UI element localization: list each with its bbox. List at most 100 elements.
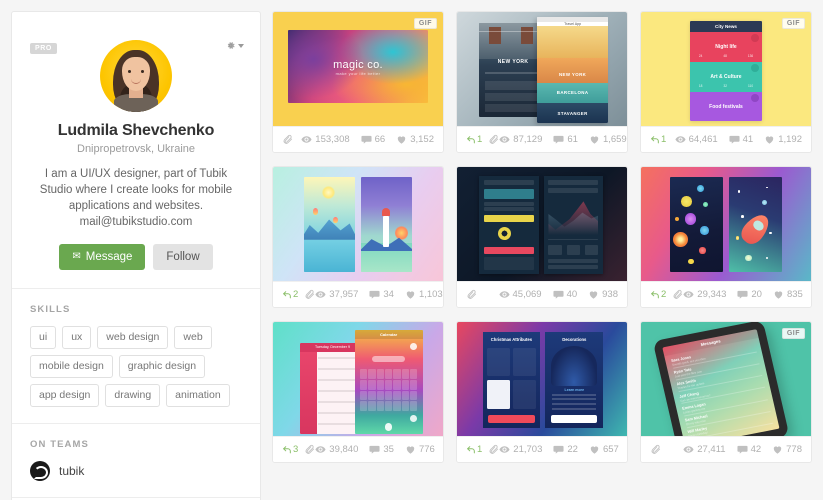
eye-icon <box>301 136 312 143</box>
eye-icon <box>498 291 510 298</box>
skill-tag[interactable]: mobile design <box>30 355 113 378</box>
shot-card[interactable]: Christmas Attributes Decorations Learn m… <box>456 321 628 463</box>
artwork-screen-calendar: Calendar <box>354 329 423 434</box>
comment-bubble-icon <box>553 445 564 454</box>
profile-actions: ✉ Message Follow <box>30 244 242 270</box>
shot-thumbnail[interactable]: City News Night life 24 48 136 Art & Cultu… <box>641 12 811 126</box>
views-count: 45,069 <box>512 289 542 300</box>
rebound-arrow-icon <box>467 135 475 143</box>
tubik-logo-icon <box>30 461 50 481</box>
views-count: 64,461 <box>688 134 718 145</box>
shot-stats: 2 29,343 20 835 <box>641 281 811 307</box>
likes-stat: 938 <box>588 289 618 300</box>
comment-bubble-icon <box>369 445 380 454</box>
shot-card[interactable]: 45,069 40 938 <box>456 166 628 308</box>
paperclip-icon <box>304 444 315 455</box>
skill-tag[interactable]: web <box>174 326 212 349</box>
team-item-tubik[interactable]: tubik <box>30 461 242 481</box>
shot-card[interactable]: NEW YORK Travel App NEW YORK BARCELONA S… <box>456 11 628 153</box>
gif-badge: GIF <box>413 18 437 29</box>
views-stat: 153,308 <box>301 134 350 145</box>
heart-icon <box>398 136 406 144</box>
avatar-wrapper <box>30 40 242 112</box>
rebound-count: 1 <box>661 134 667 145</box>
rebound-stat: 1 <box>650 134 666 145</box>
comment-bubble-icon <box>369 290 380 299</box>
shot-card[interactable]: 2 37,957 34 1,103 <box>272 166 444 308</box>
comment-bubble-icon <box>553 290 564 299</box>
likes-count: 3,152 <box>410 134 434 145</box>
artwork-calendar: Tuesday, December 9 Calendar <box>273 322 443 436</box>
rebound-count: 2 <box>661 289 667 300</box>
comments-count: 40 <box>566 289 578 300</box>
eye-icon <box>315 291 326 298</box>
eye-icon <box>315 446 326 453</box>
artwork-canvas: magic co. make your life better <box>288 30 428 104</box>
skill-tag[interactable]: web design <box>97 326 169 349</box>
skill-tag[interactable]: ui <box>30 326 57 349</box>
views-stat: 45,069 <box>498 289 542 300</box>
comment-bubble-icon <box>737 290 748 299</box>
shot-card[interactable]: City News Night life 24 48 136 Art & Cultu… <box>640 11 812 153</box>
artwork-app-title: Christmas Attributes <box>490 337 533 343</box>
teams-section: ON TEAMS tubik <box>12 423 260 497</box>
shot-card[interactable]: Messages Sara Jones Sounds good, see you… <box>640 321 812 463</box>
page-title: Ludmila Shevchenko <box>57 122 215 139</box>
skill-tag[interactable]: graphic design <box>118 355 206 378</box>
comment-bubble-icon <box>737 445 748 454</box>
shot-thumbnail[interactable]: NEW YORK Travel App NEW YORK BARCELONA S… <box>457 12 627 126</box>
skill-tag[interactable]: animation <box>166 384 230 407</box>
artwork-screen-rocket <box>729 177 783 272</box>
artwork-travel-app: NEW YORK Travel App NEW YORK BARCELONA S… <box>457 12 627 126</box>
likes-stat: 1,659 <box>589 134 627 145</box>
artwork-section-label: Art & Culture <box>710 74 742 81</box>
likes-count: 835 <box>786 289 803 300</box>
views-count: 39,840 <box>329 444 359 455</box>
shot-card[interactable]: magic co. make your life better GIF 153,… <box>272 11 444 153</box>
shot-thumbnail[interactable]: magic co. make your life better GIF <box>273 12 443 126</box>
comments-stat: 40 <box>553 289 578 300</box>
shot-thumbnail[interactable]: Tuesday, December 9 Calendar <box>273 322 443 436</box>
gif-badge: GIF <box>781 328 805 339</box>
message-button[interactable]: ✉ Message <box>59 244 146 270</box>
artwork-section-label: Night life <box>715 44 737 51</box>
views-count: 37,957 <box>329 289 359 300</box>
views-count: 27,411 <box>697 444 726 455</box>
comments-stat: 20 <box>737 289 762 300</box>
comments-count: 20 <box>751 289 762 300</box>
views-stat: 21,703 <box>499 444 542 455</box>
paperclip-icon <box>488 444 499 455</box>
comments-stat: 41 <box>729 134 753 145</box>
likes-stat: 1,192 <box>764 134 802 145</box>
rebound-stat: 1 <box>466 444 482 455</box>
shot-thumbnail[interactable]: Messages Sara Jones Sounds good, see you… <box>641 322 811 436</box>
follow-button[interactable]: Follow <box>153 244 213 270</box>
eye-icon <box>683 446 694 453</box>
shot-card[interactable]: 2 29,343 20 835 <box>640 166 812 308</box>
rebound-stat: 2 <box>650 289 666 300</box>
views-stat: 87,129 <box>499 134 542 145</box>
artwork-screen-right: Travel App NEW YORK BARCELONA STAVANGER <box>536 16 609 123</box>
shot-stats: 3 39,840 35 776 <box>273 436 443 462</box>
shot-thumbnail[interactable]: Christmas Attributes Decorations Learn m… <box>457 322 627 436</box>
heart-icon <box>406 446 415 454</box>
skill-tag[interactable]: ux <box>62 326 92 349</box>
shot-thumbnail[interactable] <box>457 167 627 281</box>
skill-tag[interactable]: drawing <box>105 384 161 407</box>
artwork-title: magic co. <box>333 59 383 72</box>
views-stat: 37,957 <box>315 289 358 300</box>
artwork-agenda-title: Tuesday, December 9 <box>315 345 350 350</box>
shot-card[interactable]: Tuesday, December 9 Calendar 3 39,840 35… <box>272 321 444 463</box>
settings-menu-button[interactable] <box>225 40 244 51</box>
views-stat: 64,461 <box>675 134 718 145</box>
shot-thumbnail[interactable] <box>273 167 443 281</box>
paperclip-icon <box>672 289 683 300</box>
comments-count: 35 <box>383 444 394 455</box>
rebound-arrow-icon <box>283 290 291 298</box>
eye-icon <box>683 291 694 298</box>
skill-tag[interactable]: app design <box>30 384 100 407</box>
likes-stat: 1,103 <box>405 289 443 300</box>
heart-icon <box>590 446 599 454</box>
shot-thumbnail[interactable] <box>641 167 811 281</box>
profile-location: Dnipropetrovsk, Ukraine <box>77 143 195 155</box>
